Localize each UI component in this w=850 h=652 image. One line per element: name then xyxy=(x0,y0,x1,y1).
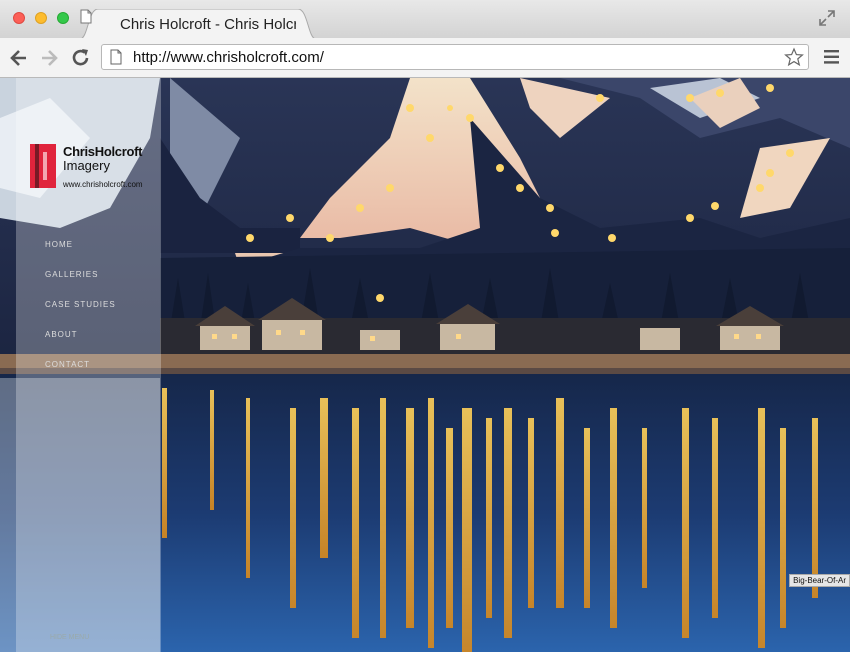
photo-caption-tooltip: Big-Bear-Of-Ar xyxy=(789,574,850,587)
tab-title: Chris Holcroft - Chris Holcroft xyxy=(120,16,296,33)
nav-about[interactable]: ABOUT xyxy=(45,330,78,339)
forward-arrow-icon[interactable] xyxy=(38,47,60,69)
logo-url: www.chrisholcroft.com xyxy=(63,180,143,189)
hamburger-menu-icon[interactable] xyxy=(824,50,839,64)
logo-subtitle: Imagery xyxy=(63,158,110,173)
nav-home[interactable]: HOME xyxy=(45,240,73,249)
site-sidebar: ChrisHolcroft Imagery www.chrisholcroft.… xyxy=(16,78,161,652)
reload-icon[interactable] xyxy=(70,47,92,69)
bookmark-star-icon[interactable] xyxy=(784,47,804,67)
browser-toolbar: http://www.chrisholcroft.com/ xyxy=(0,38,850,78)
address-bar[interactable]: http://www.chrisholcroft.com/ xyxy=(101,44,809,70)
url-text: http://www.chrisholcroft.com/ xyxy=(133,49,324,66)
page-icon xyxy=(80,9,92,24)
back-arrow-icon[interactable] xyxy=(8,47,30,69)
fullscreen-icon[interactable] xyxy=(818,9,836,27)
browser-tab[interactable]: Chris Holcroft - Chris Holcroft xyxy=(80,9,316,39)
page-content: ChrisHolcroft Imagery www.chrisholcroft.… xyxy=(0,78,850,652)
close-window-button[interactable] xyxy=(13,12,25,24)
logo-name: ChrisHolcroft xyxy=(63,144,143,159)
nav-galleries[interactable]: GALLERIES xyxy=(45,270,98,279)
page-icon xyxy=(110,49,122,65)
tab-strip: Chris Holcroft - Chris Holcroft xyxy=(0,0,850,39)
browser-window: Chris Holcroft - Chris Holcroft http://w… xyxy=(0,0,850,652)
nav-case-studies[interactable]: CASE STUDIES xyxy=(45,300,116,309)
minimize-window-button[interactable] xyxy=(35,12,47,24)
hide-menu-link[interactable]: HIDE MENU xyxy=(50,634,89,641)
logo-mark[interactable] xyxy=(30,144,66,188)
maximize-window-button[interactable] xyxy=(57,12,69,24)
nav-contact[interactable]: CONTACT xyxy=(45,360,90,369)
